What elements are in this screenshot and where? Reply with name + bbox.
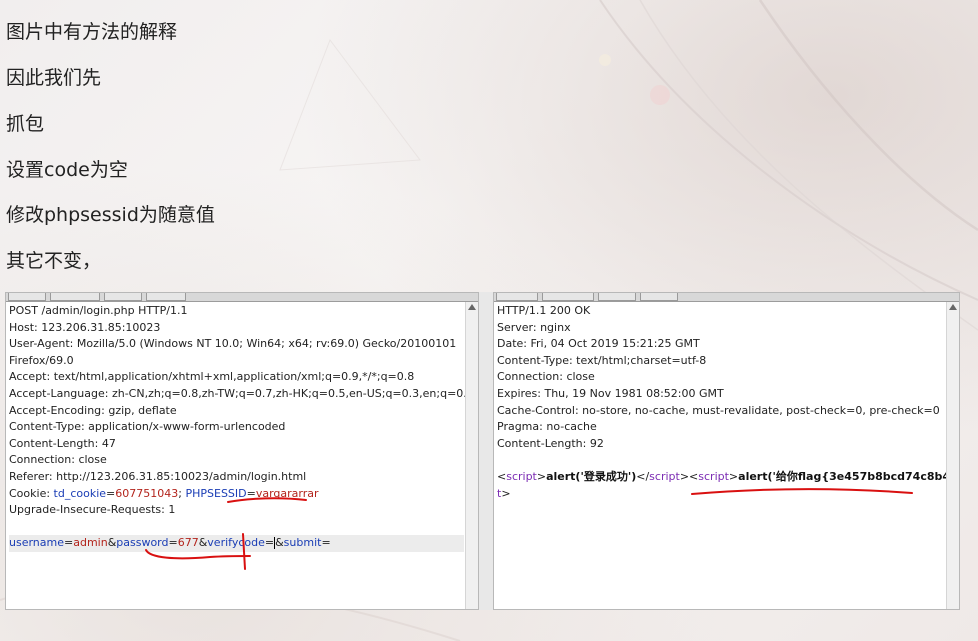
tag-bracket: < bbox=[497, 469, 507, 483]
request-panel[interactable]: POST /admin/login.php HTTP/1.1 Host: 123… bbox=[5, 292, 479, 610]
request-host: Host: 123.206.31.85:10023 bbox=[9, 320, 161, 334]
request-content-length: Content-Length: 47 bbox=[9, 436, 116, 450]
cookie-value-phpsessid: vargararrar bbox=[255, 486, 319, 500]
tag-script: script bbox=[698, 469, 729, 483]
request-tab-hex[interactable] bbox=[146, 293, 186, 301]
response-panel[interactable]: HTTP/1.1 200 OK Server: nginx Date: Fri,… bbox=[493, 292, 960, 610]
body-amp: & bbox=[275, 536, 284, 550]
cookie-label: Cookie: bbox=[9, 486, 54, 500]
request-referer: Referer: http://123.206.31.85:10023/admi… bbox=[9, 469, 307, 483]
text-line-4: 设置code为空 bbox=[6, 159, 128, 181]
tag-script-close: script bbox=[649, 469, 680, 483]
request-blank-line bbox=[9, 519, 464, 536]
request-tab-headers[interactable] bbox=[104, 293, 142, 301]
request-scrollbar[interactable] bbox=[465, 302, 478, 609]
request-tab-params[interactable] bbox=[50, 293, 100, 301]
cookie-eq: = bbox=[246, 486, 256, 500]
request-user-agent-cont: Firefox/69.0 bbox=[9, 353, 74, 367]
text-line-5: 修改phpsessid为随意值 bbox=[6, 204, 215, 226]
response-status: HTTP/1.1 200 OK bbox=[497, 304, 591, 317]
response-content-type: Content-Type: text/html;charset=utf-8 bbox=[497, 353, 707, 367]
response-scrollbar[interactable] bbox=[946, 302, 959, 609]
response-content-length: Content-Length: 92 bbox=[497, 436, 604, 450]
response-server: Server: nginx bbox=[497, 320, 571, 334]
text-line-2: 因此我们先 bbox=[6, 67, 102, 89]
response-expires: Expires: Thu, 19 Nov 1981 08:52:00 GMT bbox=[497, 386, 724, 400]
response-tab-raw[interactable] bbox=[496, 293, 538, 301]
request-body: username=admin&password=677&verifycode=&… bbox=[9, 535, 464, 552]
request-cookie: Cookie: td_cookie=607751043; PHPSESSID=v… bbox=[9, 486, 464, 503]
response-tab-headers[interactable] bbox=[542, 293, 594, 301]
response-date: Date: Fri, 04 Oct 2019 15:21:25 GMT bbox=[497, 337, 700, 351]
request-editor[interactable]: POST /admin/login.php HTTP/1.1 Host: 123… bbox=[9, 303, 474, 609]
body-eq: = bbox=[64, 536, 74, 550]
body-key-username: username bbox=[9, 536, 64, 550]
tag-bracket: > bbox=[536, 469, 547, 483]
cookie-eq: = bbox=[106, 486, 116, 500]
body-value-password: 677 bbox=[177, 536, 199, 550]
body-eq: = bbox=[168, 536, 178, 550]
body-eq: = bbox=[264, 536, 275, 550]
response-tab-hex[interactable] bbox=[598, 293, 636, 301]
request-accept: Accept: text/html,application/xhtml+xml,… bbox=[9, 370, 415, 384]
tag-bracket: > bbox=[501, 486, 511, 500]
request-tab-strip bbox=[6, 293, 478, 302]
request-accept-language: Accept-Language: zh-CN,zh;q=0.8,zh-TW;q=… bbox=[9, 386, 474, 400]
body-key-verifycode: verifycode bbox=[207, 536, 265, 550]
text-line-6: 其它不变， bbox=[6, 250, 102, 272]
response-cache-control: Cache-Control: no-store, no-cache, must-… bbox=[497, 403, 940, 417]
response-body-line-1: <script>alert('登录成功')</script><script>al… bbox=[497, 469, 959, 486]
response-pragma: Pragma: no-cache bbox=[497, 420, 597, 434]
request-upgrade: Upgrade-Insecure-Requests: 1 bbox=[9, 503, 176, 517]
tag-bracket: < bbox=[689, 469, 699, 483]
tag-bracket: </ bbox=[636, 469, 650, 483]
script-code-login-success: alert('登录成功') bbox=[546, 469, 637, 483]
request-accept-encoding: Accept-Encoding: gzip, deflate bbox=[9, 403, 177, 417]
response-tab-strip bbox=[494, 293, 959, 302]
cookie-key-td: td_cookie bbox=[53, 486, 107, 500]
body-amp: & bbox=[107, 536, 117, 550]
scroll-up-arrow-icon[interactable] bbox=[468, 304, 476, 310]
body-value-username: admin bbox=[73, 536, 108, 550]
response-viewer[interactable]: HTTP/1.1 200 OK Server: nginx Date: Fri,… bbox=[497, 303, 959, 609]
text-line-3: 抓包 bbox=[6, 113, 45, 135]
body-key-password: password bbox=[116, 536, 169, 550]
tag-bracket: > bbox=[728, 469, 739, 483]
response-body-line-2: t> bbox=[497, 486, 945, 503]
response-blank-line bbox=[497, 452, 945, 469]
cookie-value-td: 607751043 bbox=[115, 486, 179, 500]
cookie-key-phpsessid: PHPSESSID bbox=[185, 486, 247, 500]
body-eq: = bbox=[321, 536, 331, 550]
request-content-type: Content-Type: application/x-www-form-url… bbox=[9, 420, 286, 434]
request-user-agent: User-Agent: Mozilla/5.0 (Windows NT 10.0… bbox=[9, 337, 457, 351]
tag-script: script bbox=[506, 469, 537, 483]
splitter[interactable] bbox=[479, 292, 493, 610]
request-tab-raw[interactable] bbox=[8, 293, 46, 301]
body-key-submit: submit bbox=[283, 536, 322, 550]
tag-bracket: > bbox=[679, 469, 690, 483]
request-connection: Connection: close bbox=[9, 453, 107, 467]
response-connection: Connection: close bbox=[497, 370, 595, 384]
response-tab-html[interactable] bbox=[640, 293, 678, 301]
body-amp: & bbox=[198, 536, 208, 550]
scroll-up-arrow-icon[interactable] bbox=[949, 304, 957, 310]
script-code-flag: alert('给你flag{3e457b8bcd74c8b4}') bbox=[738, 469, 960, 483]
text-line-1: 图片中有方法的解释 bbox=[6, 21, 178, 43]
request-line: POST /admin/login.php HTTP/1.1 bbox=[9, 304, 188, 317]
